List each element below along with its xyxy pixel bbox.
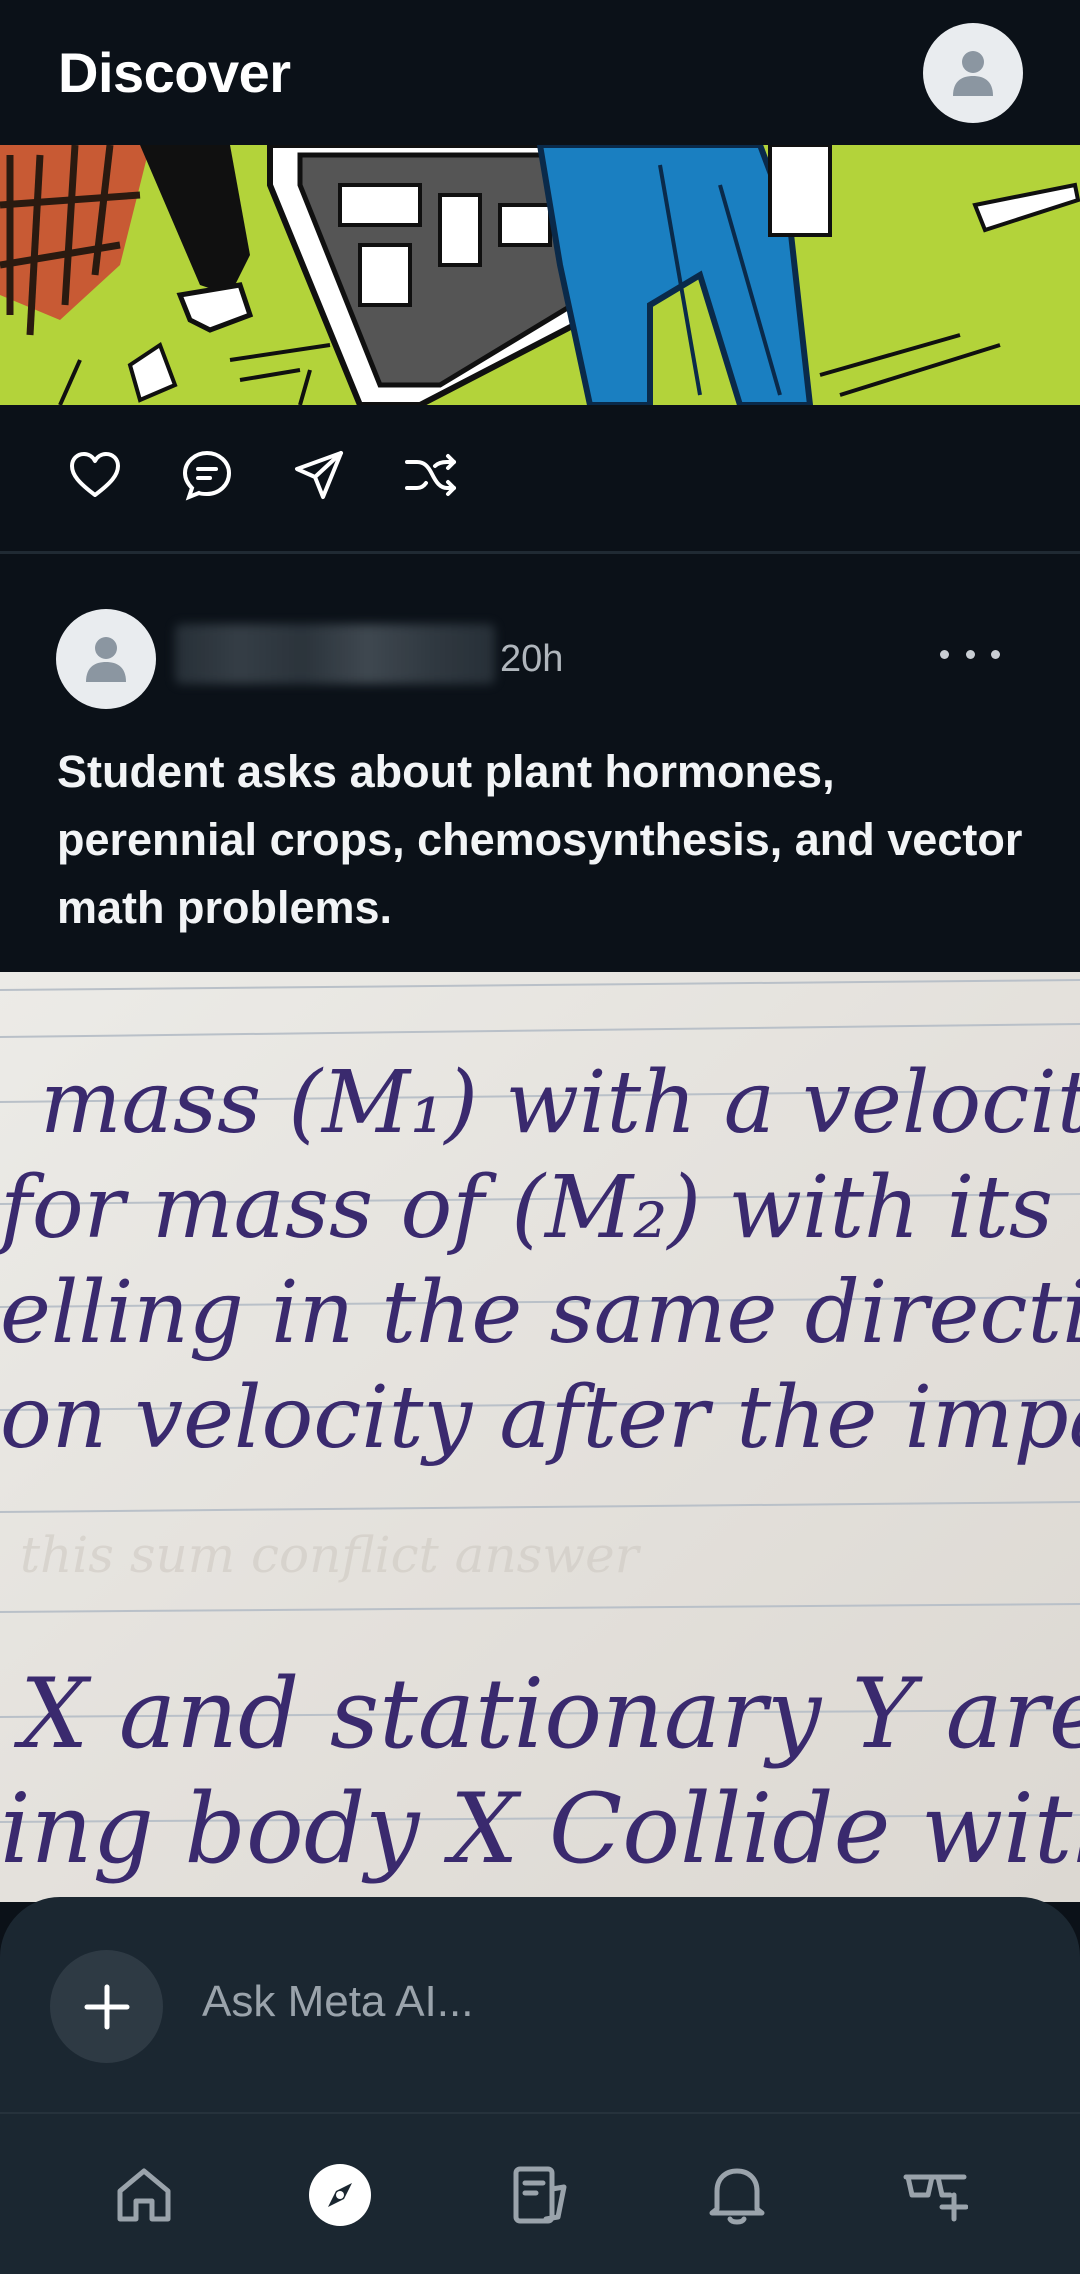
nav-notifications[interactable] [692, 2150, 782, 2240]
bottom-navigation [0, 2112, 1080, 2274]
more-dot [940, 649, 949, 659]
notebook-photo: mass (M₁) with a velocity of for mass of… [0, 972, 1080, 1902]
more-dot [965, 649, 975, 659]
add-attachment-button[interactable] [50, 1950, 163, 2063]
page-title: Discover [58, 41, 291, 104]
more-dot [991, 649, 1000, 659]
handwriting-line: mass (M₁) with a velocity of [40, 1053, 1080, 1153]
user-avatar-icon [953, 51, 993, 96]
post-action-bar [0, 405, 1080, 550]
comic-illustration [0, 145, 1080, 405]
compass-icon [309, 2164, 371, 2226]
profile-avatar-button[interactable] [923, 23, 1023, 123]
handwriting-line: on velocity after the impa [0, 1368, 1080, 1468]
post-image[interactable]: mass (M₁) with a velocity of for mass of… [0, 972, 1080, 1902]
handwriting-line: for mass of (M₂) with its [0, 1158, 1053, 1258]
handwriting-line: ing body X Collide with [0, 1773, 1080, 1885]
post-timestamp: 20h [500, 638, 564, 680]
home-icon [117, 2168, 171, 2222]
top-app-bar: Discover [0, 0, 1080, 145]
plus-icon [84, 1984, 129, 2029]
like-button[interactable] [60, 440, 130, 510]
heart-icon [70, 452, 120, 497]
comment-button[interactable] [172, 440, 242, 510]
previous-post-image[interactable] [0, 145, 1080, 405]
document-icon [513, 2166, 567, 2224]
ask-input[interactable]: Ask Meta AI... [202, 1977, 473, 2027]
nav-glasses[interactable] [890, 2150, 980, 2240]
remix-button[interactable] [396, 440, 466, 510]
bell-icon [709, 2168, 765, 2225]
user-avatar-icon [86, 637, 126, 682]
svg-text:this sum conflict answer: this sum conflict answer [20, 1526, 642, 1584]
share-icon [295, 451, 343, 499]
post-caption[interactable]: Student asks about plant hormones, peren… [57, 738, 1037, 942]
author-avatar[interactable] [56, 609, 156, 709]
nav-home[interactable] [99, 2150, 189, 2240]
ask-composer: Ask Meta AI... [0, 1897, 1080, 2112]
comment-icon [182, 450, 232, 501]
nav-discover[interactable] [295, 2150, 385, 2240]
share-button[interactable] [284, 440, 354, 510]
author-name-redacted[interactable] [175, 624, 495, 684]
handwriting-line: X and stationary Y are in [13, 1658, 1080, 1770]
glasses-add-icon [903, 2174, 968, 2222]
remix-icon [405, 454, 456, 496]
post-header: 20h [0, 554, 1080, 734]
more-options-button[interactable] [940, 634, 1000, 674]
handwriting-line: elling in the same direction [0, 1263, 1080, 1363]
nav-feed[interactable] [495, 2150, 585, 2240]
